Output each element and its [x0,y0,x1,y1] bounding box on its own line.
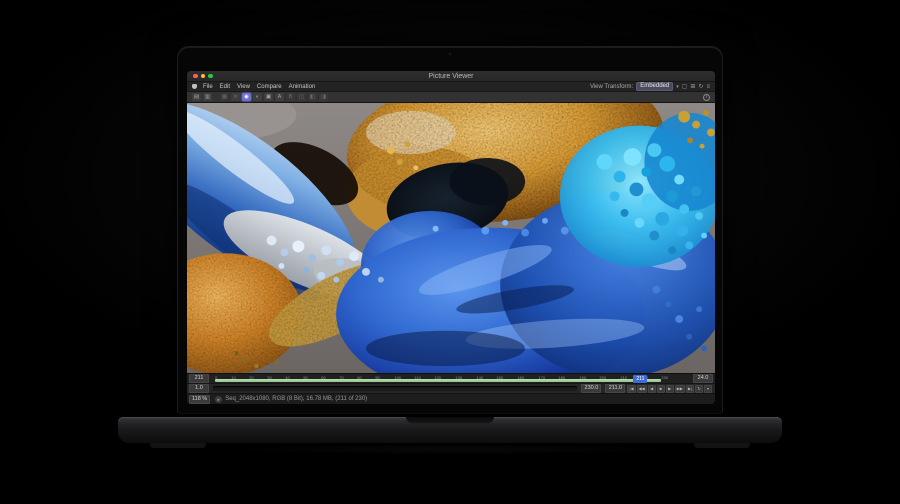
stop-button[interactable]: ■ [657,385,665,393]
macbook-lid: Picture Viewer File Edit View Compare An… [177,46,723,414]
abstract-render-image [187,103,715,373]
status-bar: 118 % ▸ Seq_2048x1080, RGB (8 Bit), 16.7… [187,393,715,404]
refresh-icon[interactable]: ↻ [698,83,703,91]
playback-frame-box[interactable]: 211.0 [605,384,625,393]
photo-background: Picture Viewer File Edit View Compare An… [0,0,900,504]
image-viewer-canvas[interactable] [187,103,715,373]
view-transform-label: View Transform: [590,84,633,90]
current-frame-box[interactable]: 211 [189,374,209,383]
fast-rewind-button[interactable]: ◀◀ [637,385,647,393]
source-toggle-icon[interactable]: ▸ [215,396,222,403]
layout-grid-icon[interactable]: ▦ [220,93,229,101]
grid-icon[interactable]: ⊞ [690,83,695,91]
list-icon[interactable]: ≡ [706,83,710,91]
apple-menu-icon[interactable] [192,84,197,89]
window-title: Picture Viewer [187,71,715,82]
timeline-transport-row: 1.0 230.0 211.0 |◀ ◀◀ ◀ ■ ▶ ▶▶ ▶| ↻ ▾ [187,383,715,393]
timeline-ruler-row: 211 010203040506070809010011012013014015… [187,373,715,383]
display-icon[interactable]: ▢ [682,83,688,91]
frame-ruler[interactable]: 0102030405060708090100110120130140150160… [211,374,691,383]
menu-edit[interactable]: Edit [220,82,230,92]
range-track[interactable] [213,386,577,391]
step-back-button[interactable]: ◀ [648,385,656,393]
overlay-icon[interactable]: ◨ [319,93,328,101]
channels-icon[interactable]: ▣ [264,93,273,101]
menu-compare[interactable]: Compare [257,82,282,92]
menu-bar: File Edit View Compare Animation View Tr… [187,82,715,92]
playhead[interactable]: 211 [633,375,647,383]
contrast-icon[interactable]: ◐ [253,93,262,101]
view-transform-dropdown[interactable]: Embedded [636,82,673,91]
wipe-icon[interactable]: ◫ [297,93,306,101]
macbook-base [118,417,782,443]
source-info-text: Seq_2048x1080, RGB (8 Bit), 16.78 MB, (2… [225,396,367,402]
save-folder-icon[interactable]: ▥ [203,93,212,101]
chevron-down-icon[interactable]: ▾ [676,84,679,90]
loop-button[interactable]: ↻ [695,385,703,393]
zoom-level-box[interactable]: 118 % [189,395,210,404]
play-button[interactable]: ▶ [666,385,674,393]
open-folder-icon[interactable]: ▤ [192,93,201,101]
transport-controls: |◀ ◀◀ ◀ ■ ▶ ▶▶ ▶| ↻ ▾ [627,385,712,393]
picture-viewer-window: Picture Viewer File Edit View Compare An… [187,71,715,404]
frame-tick: 230 [662,375,669,380]
rubber-foot [694,443,750,448]
webcam-dot [448,52,452,56]
loupe-icon[interactable]: ○ [231,93,240,101]
lid-opening-notch [406,417,494,424]
go-to-start-button[interactable]: |◀ [627,385,635,393]
in-point-box[interactable]: 1.0 [189,384,209,393]
compare-a-button[interactable]: A [275,93,284,101]
menu-view[interactable]: View [237,82,250,92]
title-bar[interactable]: Picture Viewer [187,71,715,82]
out-point-box[interactable]: 230.0 [581,384,601,393]
fps-box[interactable]: 24.0 [693,374,713,383]
fast-forward-button[interactable]: ▶▶ [675,385,685,393]
go-to-end-button[interactable]: ▶| [686,385,694,393]
menu-file[interactable]: File [203,82,213,92]
cache-bar [215,379,661,382]
info-icon[interactable]: i [703,94,710,101]
sphere-tool-icon[interactable]: ◉ [242,93,251,101]
compare-b-button[interactable]: B [286,93,295,101]
menu-animation[interactable]: Animation [289,82,316,92]
split-view-icon[interactable]: ◧ [308,93,317,101]
toolbar: ▤ ▥ ▦ ○ ◉ ◐ ▣ A B ◫ ◧ ◨ i [187,92,715,103]
rubber-foot [150,443,206,448]
playback-options-button[interactable]: ▾ [704,385,712,393]
